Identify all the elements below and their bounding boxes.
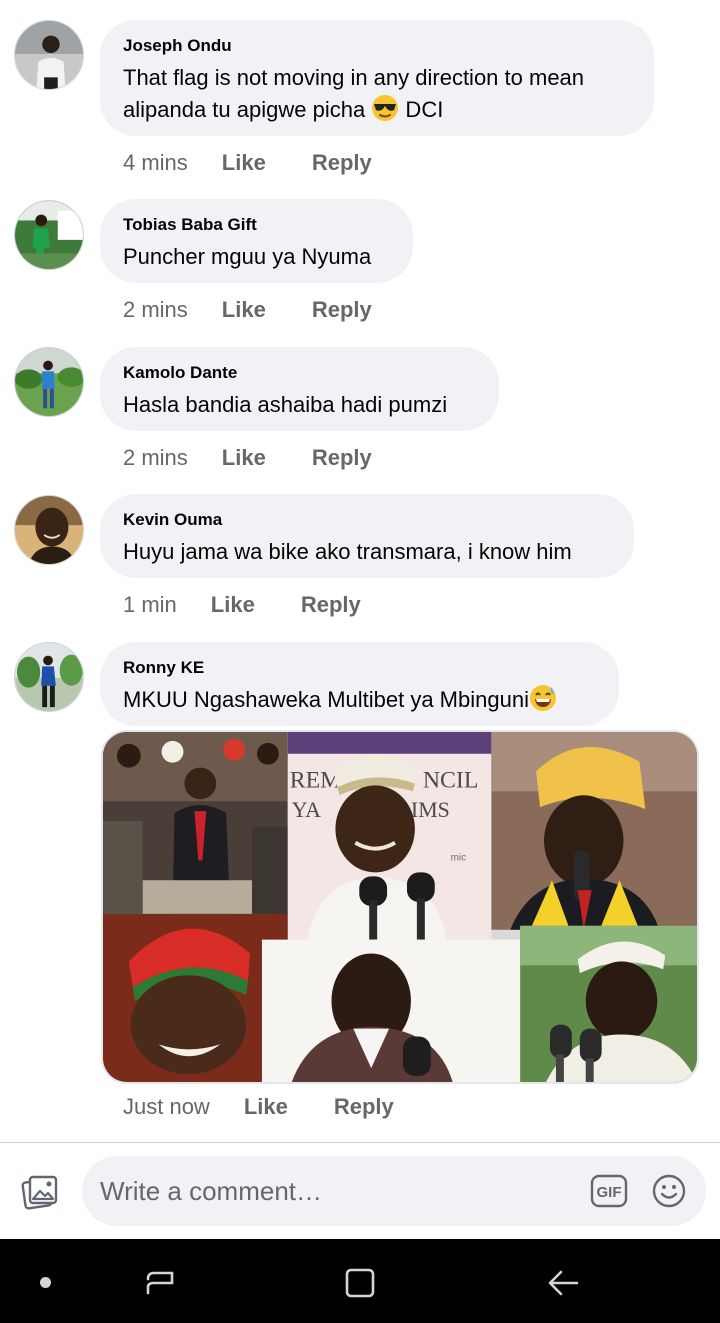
comment-time[interactable]: 2 mins [123, 297, 188, 323]
photo-sign-text-2: NCIL [423, 767, 479, 793]
photo-gallery-button[interactable] [20, 1172, 60, 1212]
comment-time[interactable]: 2 mins [123, 445, 188, 471]
avatar[interactable] [14, 200, 84, 270]
photo-collage-image: REM NCIL YA IMS mic [103, 732, 697, 1082]
reply-button[interactable]: Reply [334, 1094, 394, 1120]
home-button[interactable] [342, 1265, 378, 1301]
comment-bubble: Kamolo Dante Hasla bandia ashaiba hadi p… [100, 347, 499, 431]
comment-text: That flag is not moving in any direction… [123, 62, 630, 126]
comment-text: Puncher mguu ya Nyuma [123, 244, 372, 269]
like-button[interactable]: Like [244, 1094, 288, 1120]
comment-input[interactable] [100, 1156, 580, 1226]
comment-author[interactable]: Tobias Baba Gift [123, 215, 389, 235]
comment-meta: 1 min Like Reply [123, 592, 361, 618]
comment-composer: GIF [0, 1143, 720, 1239]
comment-meta: Just now Like Reply [123, 1094, 394, 1120]
like-button[interactable]: Like [211, 592, 255, 618]
comment-bubble: Kevin Ouma Huyu jama wa bike ako transma… [100, 494, 634, 578]
comment-bubble: Tobias Baba Gift Puncher mguu ya Nyuma [100, 199, 413, 283]
recent-apps-icon [146, 1271, 174, 1295]
reply-button[interactable]: Reply [312, 150, 372, 176]
photo-gallery-icon [21, 1175, 58, 1210]
comment-meta: 2 mins Like Reply [123, 297, 372, 323]
comment-author[interactable]: Joseph Ondu [123, 36, 630, 56]
reply-button[interactable]: Reply [312, 445, 372, 471]
like-button[interactable]: Like [222, 445, 266, 471]
avatar-kamolo-dante-icon [15, 348, 83, 416]
avatar-tobias-baba-gift-icon [15, 201, 83, 269]
back-button[interactable] [543, 1265, 583, 1301]
comment-time[interactable]: 1 min [123, 592, 177, 618]
grinning-sweat-emoji-icon [529, 685, 556, 711]
comment-time[interactable]: Just now [123, 1094, 210, 1120]
back-icon [548, 1270, 579, 1296]
emoji-button[interactable] [652, 1174, 686, 1208]
gif-button[interactable]: GIF [590, 1174, 628, 1208]
recent-apps-button[interactable] [140, 1265, 180, 1301]
comment-text-line: That flag is not moving in any direction… [123, 65, 585, 90]
photo-sign-text-1: REM [290, 767, 342, 793]
photo-sign-text-5: mic [451, 853, 466, 864]
comment-author[interactable]: Kamolo Dante [123, 363, 475, 383]
avatar-kevin-ouma-icon [15, 496, 83, 564]
avatar-joseph-ondu-icon [15, 21, 83, 89]
comment-meta: 2 mins Like Reply [123, 445, 372, 471]
gif-icon: GIF [590, 1174, 628, 1208]
like-button[interactable]: Like [222, 150, 266, 176]
reply-button[interactable]: Reply [301, 592, 361, 618]
avatar[interactable] [14, 20, 84, 90]
avatar[interactable] [14, 495, 84, 565]
photo-sign-text-3: YA [292, 798, 321, 822]
gif-label: GIF [597, 1184, 622, 1201]
photo-sign-text-4: IMS [411, 798, 450, 822]
home-icon [345, 1268, 375, 1298]
nav-dot-icon[interactable] [40, 1277, 51, 1288]
comment-text-suffix: DCI [399, 97, 444, 122]
smiley-icon [652, 1174, 686, 1208]
comment-author[interactable]: Kevin Ouma [123, 510, 610, 530]
comment-meta: 4 mins Like Reply [123, 150, 372, 176]
comment-input-wrapper: GIF [82, 1156, 706, 1226]
comment-text: Huyu jama wa bike ako transmara, i know … [123, 539, 572, 564]
comment-text-line: alipanda tu apigwe picha [123, 97, 366, 122]
system-navigation-bar [0, 1239, 720, 1323]
comment-bubble: Ronny KE MKUU Ngashaweka Multibet ya Mbi… [100, 642, 619, 726]
avatar-ronny-ke-icon [15, 643, 83, 711]
like-button[interactable]: Like [222, 297, 266, 323]
comment-time[interactable]: 4 mins [123, 150, 188, 176]
avatar[interactable] [14, 347, 84, 417]
avatar[interactable] [14, 642, 84, 712]
sunglasses-emoji-icon [372, 95, 399, 121]
comment-author[interactable]: Ronny KE [123, 658, 595, 678]
comment-text: Hasla bandia ashaiba hadi pumzi [123, 392, 448, 417]
comment-text-body: MKUU Ngashaweka Multibet ya Mbinguni [123, 687, 529, 712]
reply-button[interactable]: Reply [312, 297, 372, 323]
comment-bubble: Joseph Ondu That flag is not moving in a… [100, 20, 654, 136]
comment-photo[interactable]: REM NCIL YA IMS mic [101, 730, 699, 1084]
comment-text: MKUU Ngashaweka Multibet ya Mbinguni [123, 684, 595, 716]
